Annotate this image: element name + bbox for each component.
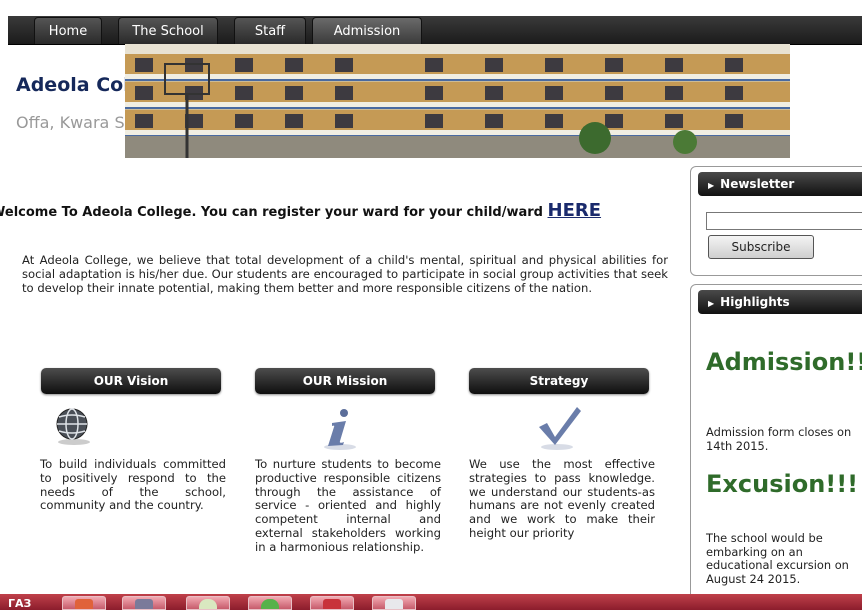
highlight-text: Admission form closes on 14th 2015. bbox=[706, 425, 852, 453]
taskbar-app-button[interactable] bbox=[122, 596, 166, 610]
subscribe-button[interactable]: Subscribe bbox=[708, 235, 814, 259]
highlights-header: ▶ Highlights bbox=[698, 290, 862, 314]
tab-the-school[interactable]: The School bbox=[118, 17, 218, 44]
taskbar-label: ГАЗ bbox=[8, 597, 32, 610]
vision-button[interactable]: OUR Vision bbox=[41, 368, 221, 394]
app-icon bbox=[261, 599, 279, 609]
taskbar-app-button[interactable] bbox=[186, 596, 230, 610]
tab-home[interactable]: Home bbox=[34, 17, 102, 44]
register-here-link[interactable]: HERE bbox=[548, 200, 602, 221]
newsletter-header: ▶ Newsletter bbox=[698, 172, 862, 196]
newsletter-heading: Newsletter bbox=[720, 177, 795, 191]
tab-admission[interactable]: Admission bbox=[312, 17, 422, 44]
strategy-button[interactable]: Strategy bbox=[469, 368, 649, 394]
triangle-right-icon: ▶ bbox=[708, 181, 715, 190]
mission-text: To nurture students to become productive… bbox=[255, 457, 441, 554]
intro-paragraph: At Adeola College, we believe that total… bbox=[22, 253, 668, 295]
app-icon bbox=[135, 599, 153, 609]
school-building-banner bbox=[125, 44, 790, 158]
welcome-text: Welcome To Adeola College. You can regis… bbox=[0, 205, 548, 220]
app-icon bbox=[75, 599, 93, 609]
triangle-right-icon: ▶ bbox=[708, 299, 715, 308]
school-building-image bbox=[125, 44, 790, 158]
tab-staff[interactable]: Staff bbox=[234, 17, 306, 44]
app-icon bbox=[385, 599, 403, 609]
checkmark-icon bbox=[535, 405, 583, 455]
app-icon bbox=[199, 599, 217, 609]
taskbar-app-button[interactable] bbox=[248, 596, 292, 610]
taskbar-app-button[interactable] bbox=[372, 596, 416, 610]
taskbar-app-button[interactable] bbox=[310, 596, 354, 610]
welcome-message: Welcome To Adeola College. You can regis… bbox=[0, 200, 690, 221]
newsletter-email-input[interactable] bbox=[706, 212, 862, 230]
vision-text: To build individuals committed to positi… bbox=[40, 457, 226, 513]
info-icon bbox=[320, 405, 360, 455]
strategy-text: We use the most effective strategies to … bbox=[469, 457, 655, 540]
globe-icon bbox=[50, 405, 98, 449]
taskbar-app-button[interactable] bbox=[62, 596, 106, 610]
highlight-text: The school would be embarking on an educ… bbox=[706, 531, 849, 586]
mission-button[interactable]: OUR Mission bbox=[255, 368, 435, 394]
highlights-heading: Highlights bbox=[720, 295, 790, 309]
highlight-title: Excusion!!! bbox=[706, 470, 859, 498]
highlight-title: Admission!! bbox=[706, 348, 862, 376]
app-icon bbox=[323, 599, 341, 609]
